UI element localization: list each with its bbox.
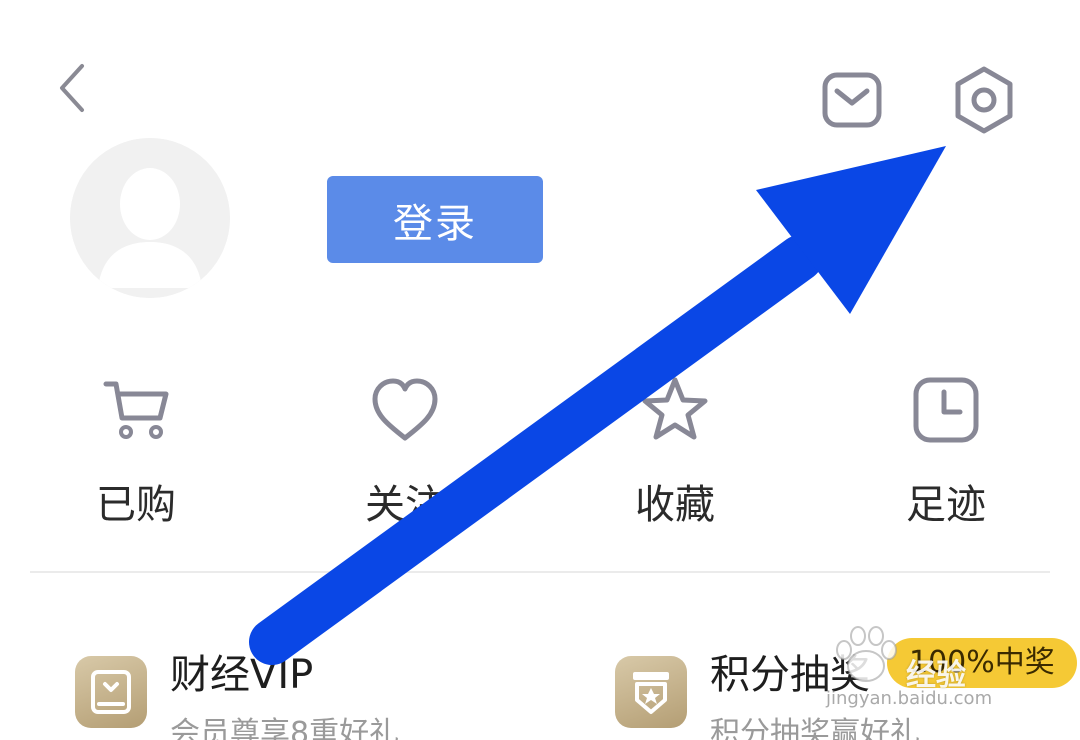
quick-action-favorites[interactable]: 收藏	[575, 372, 775, 528]
heart-icon	[372, 378, 438, 441]
clock-icon	[913, 377, 979, 443]
settings-button[interactable]	[946, 60, 1022, 140]
login-button[interactable]: 登录	[327, 176, 543, 263]
vip-book-icon	[75, 656, 147, 728]
default-avatar-icon	[70, 138, 230, 298]
chevron-left-icon	[60, 64, 84, 112]
quick-action-following[interactable]: 关注	[305, 372, 505, 528]
hexagon-settings-icon	[955, 66, 1013, 134]
mail-icon	[822, 72, 882, 128]
quick-action-label: 关注	[365, 482, 445, 528]
cart-icon	[103, 381, 169, 439]
quick-action-history[interactable]: 足迹	[846, 372, 1046, 528]
annotation-arrow-head	[756, 146, 946, 314]
avatar[interactable]	[70, 138, 230, 298]
star-icon	[642, 377, 708, 440]
feature-title: 财经VIP	[170, 652, 314, 698]
feature-subtitle: 会员尊享8重好礼	[170, 716, 400, 740]
quick-action-label: 已购	[96, 482, 176, 528]
messages-button[interactable]	[814, 62, 890, 138]
user-center-screen: 登录 已购 关注 收藏 足迹 财经VIP 会员尊享8重好礼 积分抽奖 积分抽奖赢…	[0, 0, 1080, 740]
feature-title: 积分抽奖	[710, 652, 870, 698]
back-button[interactable]	[44, 56, 100, 120]
prize-badge: 100%中奖	[887, 638, 1077, 688]
lottery-badge-icon	[615, 656, 687, 728]
annotation-arrow	[249, 146, 946, 665]
feature-vip[interactable]: 财经VIP 会员尊享8重好礼	[75, 630, 535, 740]
quick-action-purchased[interactable]: 已购	[36, 372, 236, 528]
section-divider	[30, 571, 1050, 573]
quick-action-label: 足迹	[906, 482, 986, 528]
quick-action-label: 收藏	[635, 482, 715, 528]
feature-subtitle: 积分抽奖赢好礼	[710, 716, 920, 740]
feature-lottery[interactable]: 积分抽奖 积分抽奖赢好礼 100%中奖	[615, 630, 1077, 740]
